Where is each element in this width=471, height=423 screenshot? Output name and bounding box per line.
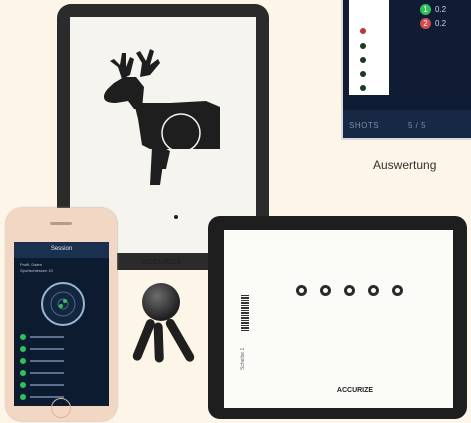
side-label: Scheibe 1 bbox=[240, 347, 246, 370]
hit-badge-value: 0.2 bbox=[435, 5, 447, 14]
session-item[interactable] bbox=[30, 348, 64, 350]
session-item-icon bbox=[20, 370, 26, 376]
shot-marker bbox=[360, 57, 366, 63]
miss-badge-value: 0.2 bbox=[435, 19, 447, 28]
shot-marker bbox=[360, 85, 366, 91]
tripod-head bbox=[142, 283, 180, 321]
shot-marker bbox=[360, 43, 366, 49]
profile-line: Sportschiessen 10 bbox=[20, 268, 53, 273]
tablet-screen bbox=[224, 230, 453, 408]
speaker-grille bbox=[50, 222, 72, 225]
home-button[interactable] bbox=[51, 398, 71, 418]
session-item[interactable] bbox=[30, 372, 64, 374]
target-ring-icon bbox=[368, 285, 379, 296]
tripod-leg bbox=[153, 322, 164, 363]
session-item-icon bbox=[20, 394, 26, 400]
target-radar bbox=[41, 282, 85, 326]
tripod-leg bbox=[131, 317, 157, 362]
session-item-icon bbox=[20, 358, 26, 364]
session-item[interactable] bbox=[30, 360, 64, 362]
phone-screen: Session Profil: Daten Sportschiessen 10 bbox=[14, 242, 109, 406]
caption: Auswertung bbox=[373, 158, 437, 172]
shot-marker bbox=[360, 28, 366, 34]
target-ring-icon bbox=[296, 285, 307, 296]
session-item[interactable] bbox=[30, 384, 64, 386]
profile-line: Profil: Daten bbox=[20, 262, 43, 267]
target-ring-icon bbox=[392, 285, 403, 296]
tripod-leg bbox=[164, 317, 196, 364]
inset-footer: SHOTS 5 / 5 bbox=[343, 110, 471, 138]
target-ring-icon bbox=[344, 285, 355, 296]
session-item-icon bbox=[20, 382, 26, 388]
shot-marker bbox=[360, 71, 366, 77]
session-item[interactable] bbox=[30, 336, 64, 338]
brand-logo: ACCURIZE bbox=[141, 259, 183, 266]
session-item-icon bbox=[20, 334, 26, 340]
brand-logo: ACCURIZE bbox=[336, 387, 374, 394]
smartphone: Session Profil: Daten Sportschiessen 10 bbox=[6, 208, 117, 421]
shots-label: SHOTS bbox=[349, 121, 380, 130]
shot-list-panel bbox=[349, 0, 389, 95]
miss-badge: 2 bbox=[420, 18, 431, 29]
screen-title: Session bbox=[50, 246, 73, 252]
app-screenshot-inset: 1 0.2 2 0.2 SHOTS 5 / 5 bbox=[341, 0, 471, 140]
shot-plot-icon bbox=[50, 291, 76, 317]
app-bar: Session bbox=[14, 242, 109, 258]
shots-count: 5 / 5 bbox=[408, 121, 427, 130]
target-ring-icon bbox=[320, 285, 331, 296]
barcode-icon bbox=[241, 295, 249, 331]
hit-badge: 1 bbox=[420, 4, 431, 15]
session-item-icon bbox=[20, 346, 26, 352]
